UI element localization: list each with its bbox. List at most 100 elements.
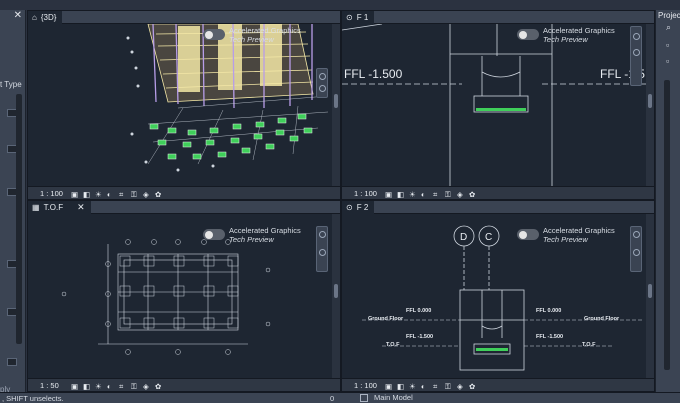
zoom-icon[interactable] [319, 231, 326, 238]
temp-hide-icon[interactable]: ◈ [457, 190, 464, 199]
reveal-icon[interactable]: ✿ [469, 382, 476, 391]
accelerated-graphics-toggle[interactable]: Accelerated Graphics Tech Preview [517, 26, 615, 44]
visual-style-icon[interactable]: ◧ [397, 190, 404, 199]
toggle-switch-icon[interactable] [517, 29, 539, 40]
visual-style-icon[interactable]: ◧ [83, 382, 90, 391]
detail-level-icon[interactable]: ▣ [385, 190, 392, 199]
pan-icon[interactable] [319, 249, 326, 256]
reveal-icon[interactable]: ✿ [469, 190, 476, 199]
view-control-bar: 1 : 50 ▣ ◧ ☀ ◐ ⌗ ⚿ ◈ ✿ [28, 378, 340, 391]
shadows-icon[interactable]: ◐ [421, 382, 428, 391]
sun-path-icon[interactable]: ☀ [409, 382, 416, 391]
toggle-switch-icon[interactable] [203, 229, 225, 240]
pan-icon[interactable] [633, 249, 640, 256]
close-tab-icon[interactable]: ✕ [77, 202, 85, 213]
lock-icon[interactable]: ⚿ [131, 190, 138, 199]
view-vscrollbar[interactable] [332, 24, 340, 186]
temp-hide-icon[interactable]: ◈ [143, 190, 150, 199]
lock-icon[interactable]: ⚿ [131, 382, 138, 391]
shadows-icon[interactable]: ◐ [421, 190, 428, 199]
lock-icon[interactable]: ⚿ [445, 190, 452, 199]
reveal-icon[interactable]: ✿ [155, 382, 162, 391]
view-tabbar: ⌂ {3D} [28, 11, 340, 24]
search-icon[interactable]: ⌕ [666, 22, 676, 32]
visual-style-icon[interactable]: ◧ [397, 382, 404, 391]
zoom-icon[interactable] [319, 73, 326, 80]
accel-subtitle: Tech Preview [229, 234, 274, 244]
accel-title: Accelerated Graphics [229, 226, 301, 235]
view-vscrollbar[interactable] [646, 214, 654, 378]
temp-hide-icon[interactable]: ◈ [143, 382, 150, 391]
view-f1[interactable]: ⊙ F 1 FFL -1.500 FFL -1.5 Accelerated Gr… [341, 10, 655, 200]
navigation-bar[interactable] [630, 226, 642, 272]
sun-path-icon[interactable]: ☀ [409, 190, 416, 199]
toggle-switch-icon[interactable] [517, 229, 539, 240]
tab-f2[interactable]: ⊙ F 2 [342, 201, 375, 214]
status-message: , SHIFT unselects. [2, 394, 64, 403]
view-vscrollbar[interactable] [332, 214, 340, 378]
svg-text:FFL -1.500: FFL -1.500 [406, 334, 433, 340]
building-3d-model [126, 23, 329, 172]
accelerated-graphics-toggle[interactable]: Accelerated Graphics Tech Preview [517, 226, 615, 244]
crop-icon[interactable]: ⌗ [433, 190, 440, 199]
tab-tof[interactable]: ▦ T.O.F ✕ [28, 201, 91, 214]
view-f2[interactable]: ⊙ F 2 D C FFL 0.000 Ground Floor FFL -1.… [341, 200, 655, 392]
tree-node-icon[interactable]: ▫ [666, 40, 676, 50]
view-scale[interactable]: 1 : 100 [354, 189, 380, 198]
orbit-icon[interactable] [319, 85, 326, 92]
plan-view-icon: ▦ [32, 203, 40, 212]
navigation-bar[interactable] [316, 226, 328, 272]
toggle-switch-icon[interactable] [203, 29, 225, 40]
zoom-icon[interactable] [633, 231, 640, 238]
reveal-icon[interactable]: ✿ [155, 190, 162, 199]
accel-title: Accelerated Graphics [229, 26, 301, 35]
properties-close-icon[interactable]: ✕ [14, 10, 22, 21]
temp-hide-icon[interactable]: ◈ [457, 382, 464, 391]
accelerated-graphics-toggle[interactable]: Accelerated Graphics Tech Preview [203, 226, 301, 244]
view-vscrollbar[interactable] [646, 24, 654, 186]
tree-node-icon[interactable]: ▫ [666, 56, 676, 66]
visual-style-icon[interactable]: ◧ [83, 190, 90, 199]
view-canvas[interactable]: Accelerated Graphics Tech Preview [28, 214, 332, 378]
crop-icon[interactable]: ⌗ [119, 382, 126, 391]
detail-level-icon[interactable]: ▣ [71, 382, 78, 391]
detail-level-icon[interactable]: ▣ [71, 190, 78, 199]
navigation-bar[interactable] [316, 68, 328, 98]
active-model[interactable]: Main Model [374, 393, 413, 402]
view-scale[interactable]: 1 : 50 [40, 381, 66, 390]
properties-field[interactable] [7, 358, 17, 366]
project-browser-scrollbar[interactable] [664, 80, 670, 370]
view-3d[interactable]: ⌂ {3D} Accelerated Graphics Tech Preview… [27, 10, 341, 200]
sun-path-icon[interactable]: ☀ [95, 190, 102, 199]
view-scale[interactable]: 1 : 100 [354, 381, 380, 390]
view-canvas[interactable]: D C FFL 0.000 Ground Floor FFL -1.500 T.… [342, 214, 646, 378]
view-tof[interactable]: ▦ T.O.F ✕ Accelerated Graphics Tech Prev… [27, 200, 341, 392]
view-canvas[interactable]: Accelerated Graphics Tech Preview [28, 23, 332, 186]
lock-icon[interactable]: ⚿ [445, 382, 452, 391]
crop-icon[interactable]: ⌗ [119, 190, 126, 199]
accelerated-graphics-toggle[interactable]: Accelerated Graphics Tech Preview [203, 26, 301, 44]
shadows-icon[interactable]: ◐ [107, 382, 114, 391]
view-scale[interactable]: 1 : 100 [40, 189, 66, 198]
model-selector-icon[interactable] [360, 393, 368, 402]
tab-3d[interactable]: ⌂ {3D} [28, 11, 63, 24]
view-title: F 2 [356, 203, 369, 212]
tab-f1[interactable]: ⊙ F 1 [342, 11, 375, 24]
grid-label-d: D [460, 232, 467, 243]
view-canvas[interactable]: FFL -1.500 FFL -1.5 Accelerated Graphics… [342, 23, 648, 188]
revit-window: ✕ t Type ply ⌂ {3D} Accelerated Graphics… [0, 0, 680, 403]
svg-text:FFL 0.000: FFL 0.000 [406, 308, 431, 314]
shadows-icon[interactable]: ◐ [107, 190, 114, 199]
view-title: F 1 [356, 13, 369, 22]
detail-level-icon[interactable]: ▣ [385, 382, 392, 391]
navigation-bar[interactable] [630, 26, 642, 86]
svg-text:T.O.F: T.O.F [582, 342, 596, 348]
properties-scrollbar[interactable] [16, 94, 22, 344]
crop-icon[interactable]: ⌗ [433, 382, 440, 391]
project-browser: Projec ⌕ ▫ ▫ [655, 10, 680, 392]
zoom-icon[interactable] [633, 33, 640, 40]
home-icon: ⌂ [32, 13, 37, 22]
accel-title: Accelerated Graphics [543, 26, 615, 35]
pan-icon[interactable] [633, 49, 640, 56]
sun-path-icon[interactable]: ☀ [95, 382, 102, 391]
